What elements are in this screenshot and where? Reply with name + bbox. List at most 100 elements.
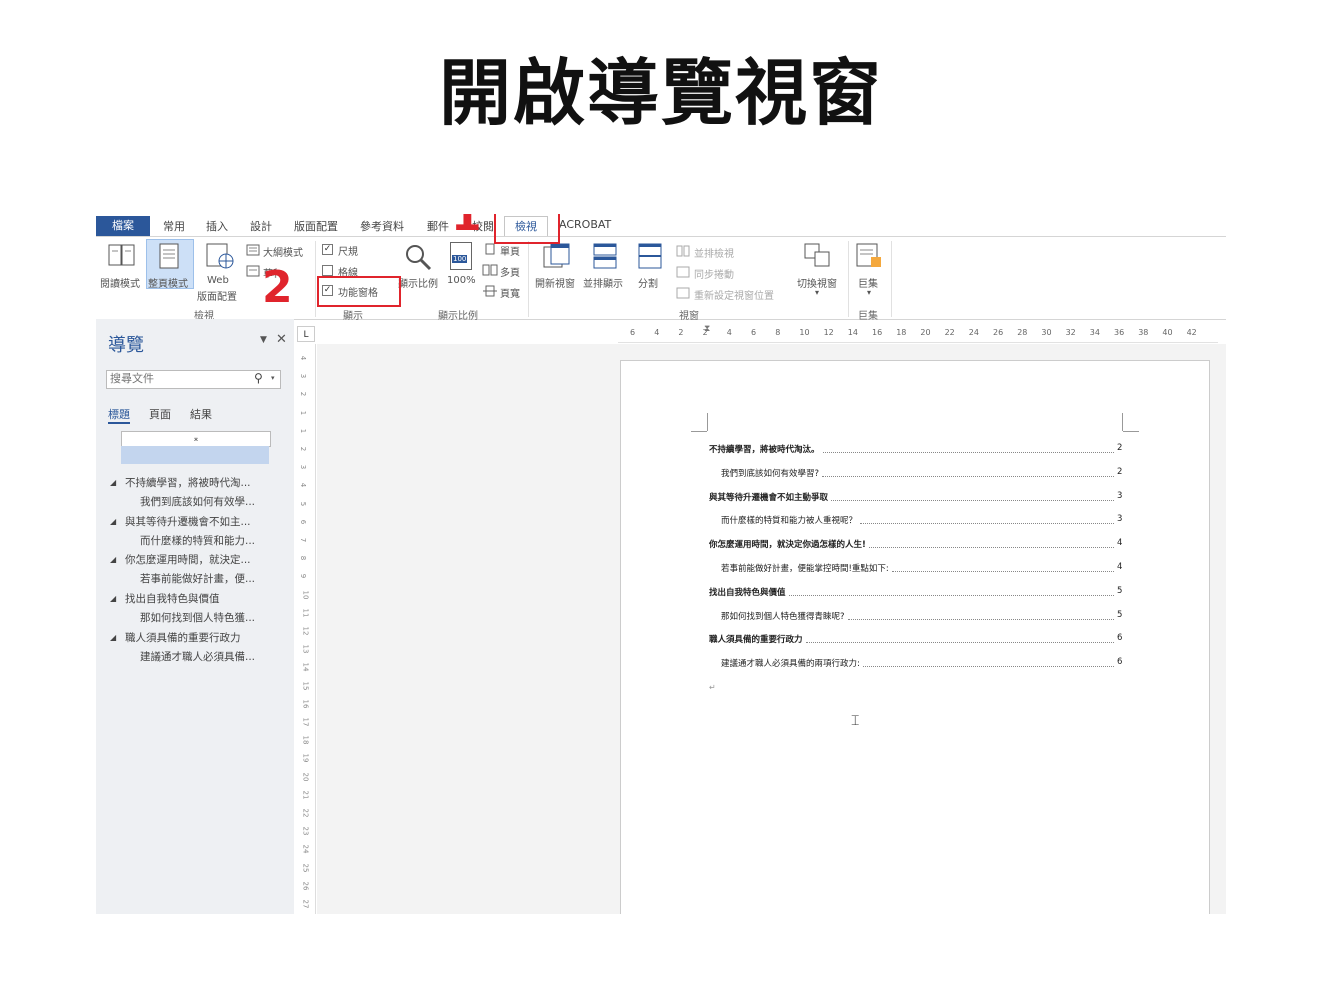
sync-scroll-button[interactable]: 同步捲動	[694, 266, 734, 281]
arrange-all-button[interactable]: 並排顯示	[583, 275, 623, 290]
toc-page-number: 5	[1117, 585, 1123, 596]
multi-page-icon	[482, 264, 498, 276]
crop-mark	[707, 413, 708, 431]
expand-icon[interactable]: ◢	[110, 633, 116, 642]
gridlines-checkbox[interactable]	[322, 265, 333, 276]
ruler-tick-label: 14	[847, 328, 858, 337]
search-icon[interactable]: ⚲	[254, 371, 263, 385]
tab-references[interactable]: 參考資料	[360, 218, 404, 234]
toc-entry[interactable]: 若事前能做好計畫，便能掌控時間!重點如下:	[721, 562, 889, 574]
ruler-tick-label: 22	[301, 808, 310, 818]
read-mode-button[interactable]: 閱讀模式	[100, 275, 140, 290]
zoom-100-button[interactable]: 100%	[447, 275, 476, 286]
toc-entry[interactable]: 我們到底該如何有效學習?	[721, 467, 819, 479]
nav-subheading[interactable]: 若事前能做好計畫，便...	[140, 571, 255, 586]
expand-icon[interactable]: ◢	[110, 478, 116, 487]
ruler-tick-label: 20	[301, 772, 310, 782]
paragraph-mark: ↵	[709, 683, 716, 692]
one-page-button[interactable]: 單頁	[500, 243, 520, 258]
ruler-tick-label: 40	[1162, 328, 1173, 337]
reset-position-button[interactable]: 重新設定視窗位置	[694, 287, 774, 302]
chevron-down-icon: ▾	[815, 288, 820, 297]
pane-options-icon[interactable]: ▼	[260, 335, 267, 345]
crop-mark	[1123, 431, 1139, 432]
nav-subheading[interactable]: 我們到底該如何有效學...	[140, 494, 255, 509]
tab-headings[interactable]: 標題	[108, 406, 130, 424]
selected-heading-row[interactable]	[121, 446, 269, 464]
tab-acrobat[interactable]: ACROBAT	[559, 218, 611, 231]
navigation-pane: 導覽 ▼ ✕ ⚲ ▾ 標題 頁面 結果 ⌅ ◢ 不持續學習，將被時代淘... 我…	[96, 319, 294, 914]
expand-icon[interactable]: ◢	[110, 517, 116, 526]
toc-entry[interactable]: 與其等待升遷機會不如主動爭取	[709, 491, 828, 503]
ruler-tick-label: 34	[1089, 328, 1100, 337]
group-window-label: 視窗	[679, 311, 699, 322]
ruler-tick-label: 22	[944, 328, 955, 337]
ruler-tick-label: 19	[301, 753, 310, 763]
toc-page-number: 6	[1117, 633, 1123, 644]
document-page[interactable]: ↵ ⌶ 不持續學習，將被時代淘汰。 2 我們到底該如何有效學習? 2 與其等待升遷機會不…	[620, 360, 1210, 914]
crop-mark	[691, 431, 707, 432]
nav-heading[interactable]: 你怎麼運用時間，就決定...	[125, 552, 251, 567]
sync-scroll-icon	[676, 266, 690, 278]
toc-entry[interactable]: 職人須具備的重要行政力	[709, 633, 803, 645]
chevron-down-icon[interactable]: ▾	[271, 374, 275, 382]
collapse-handle[interactable]: ⌅	[121, 431, 271, 447]
expand-icon[interactable]: ◢	[110, 555, 116, 564]
ruler-tick-label: 1	[299, 410, 308, 415]
separator	[848, 241, 849, 317]
tab-insert[interactable]: 插入	[206, 218, 228, 234]
close-icon[interactable]: ✕	[276, 332, 287, 347]
ruler-tick-label: 7	[299, 537, 308, 543]
print-layout-icon	[159, 243, 179, 269]
tab-design[interactable]: 設計	[250, 218, 272, 234]
indent-marker-icon[interactable]: ⧗	[704, 324, 710, 334]
toc-entry[interactable]: 而什麼樣的特質和能力被人重視呢？	[721, 514, 857, 526]
nav-subheading[interactable]: 那如何找到個人特色獲...	[140, 610, 255, 625]
ruler-tick-label: 18	[301, 735, 310, 745]
toc-leader	[822, 446, 1114, 453]
tab-home[interactable]: 常用	[163, 218, 185, 234]
callout-number-1: 1	[451, 214, 482, 241]
outline-button[interactable]: 大綱模式	[263, 244, 303, 259]
nav-heading[interactable]: 不持續學習，將被時代淘...	[125, 475, 251, 490]
nav-heading[interactable]: 職人須具備的重要行政力	[125, 630, 241, 645]
zoom-button[interactable]: 顯示比例	[398, 275, 438, 290]
group-show-label: 顯示	[343, 311, 363, 322]
split-button[interactable]: 分割	[638, 275, 658, 290]
ruler-tick-label: 24	[301, 844, 310, 854]
multi-page-button[interactable]: 多頁	[500, 264, 520, 279]
toc-entry[interactable]: 那如何找到個人特色獲得青睞呢?	[721, 610, 845, 622]
ruler-tick-label: 2	[678, 328, 684, 337]
toc-entry[interactable]: 建議通才職人必須具備的兩項行政力:	[721, 657, 860, 669]
tab-layout[interactable]: 版面配置	[294, 218, 338, 234]
toc-entry[interactable]: 你怎麼運用時間，就決定你過怎樣的人生!	[709, 538, 866, 550]
ruler-tick-label: 8	[299, 555, 308, 561]
macros-icon	[856, 243, 881, 267]
tab-file[interactable]: 檔案	[96, 216, 150, 236]
ruler-tick-label: 14	[301, 662, 310, 672]
nav-subheading[interactable]: 建議通才職人必須具備...	[140, 649, 255, 664]
zoom-100-icon-text: 100	[452, 255, 468, 263]
nav-heading[interactable]: 與其等待升遷機會不如主...	[125, 514, 251, 529]
ruler-checkbox[interactable]: ✓	[322, 244, 333, 255]
web-layout-button[interactable]: Web	[207, 275, 229, 286]
expand-icon[interactable]: ◢	[110, 594, 116, 603]
ruler-tick-label: 21	[301, 790, 310, 800]
tab-pages[interactable]: 頁面	[149, 406, 171, 422]
vertical-ruler[interactable]: 4 3 2 1 1 2 3 4 5 6 7 8 9 10 11 12 13 14 15 16 17 18 19 20 21 22 2…	[297, 344, 316, 914]
page-width-button[interactable]: 頁寬	[500, 285, 520, 300]
tab-mailings[interactable]: 郵件	[427, 218, 449, 234]
toc-entry[interactable]: 不持續學習，將被時代淘汰。	[709, 443, 820, 455]
new-window-icon	[543, 243, 570, 268]
nav-subheading[interactable]: 而什麼樣的特質和能力...	[140, 533, 255, 548]
nav-heading[interactable]: 找出自我特色與價值	[125, 591, 220, 606]
ruler-tick-label: 12	[823, 328, 834, 337]
toc-entry[interactable]: 找出自我特色與價值	[709, 586, 786, 598]
new-window-button[interactable]: 開新視窗	[535, 275, 575, 290]
tab-selector[interactable]: L	[297, 326, 315, 342]
side-by-side-button[interactable]: 並排檢視	[694, 245, 734, 260]
ruler-tick-label: 6	[299, 519, 308, 525]
split-icon	[638, 243, 662, 269]
tab-results[interactable]: 結果	[190, 406, 212, 422]
toc-page-number: 5	[1117, 609, 1123, 620]
